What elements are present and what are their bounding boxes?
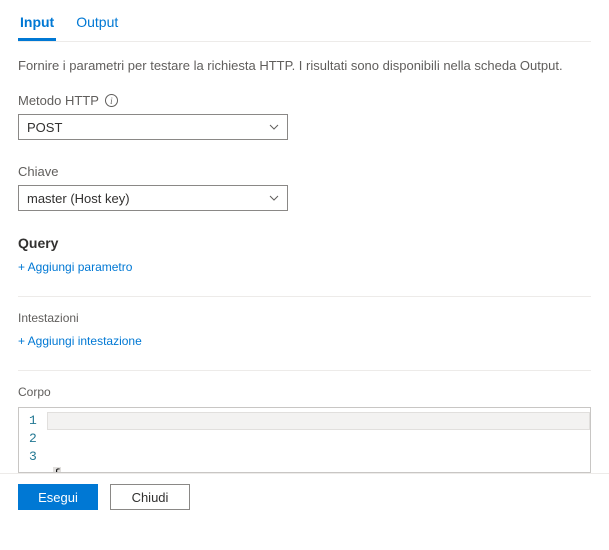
key-select[interactable]: master (Host key): [18, 185, 288, 211]
tab-output[interactable]: Output: [74, 8, 120, 41]
add-header-link[interactable]: + Aggiungi intestazione: [18, 334, 142, 348]
close-button[interactable]: Chiudi: [110, 484, 190, 510]
http-method-label-text: Metodo HTTP: [18, 93, 99, 108]
editor-code[interactable]: { "name": "Azure" }: [47, 408, 590, 472]
query-section-title: Query: [18, 235, 591, 251]
http-method-select[interactable]: POST: [18, 114, 288, 140]
divider: [18, 370, 591, 371]
headers-section-title: Intestazioni: [18, 311, 591, 325]
info-icon[interactable]: i: [105, 94, 118, 107]
description-text: Fornire i parametri per testare la richi…: [18, 58, 591, 73]
chevron-down-icon: [269, 122, 279, 132]
footer: Esegui Chiudi: [0, 473, 609, 520]
add-parameter-link[interactable]: + Aggiungi parametro: [18, 260, 132, 274]
tab-input[interactable]: Input: [18, 8, 56, 41]
tabs: Input Output: [18, 0, 591, 42]
http-method-label: Metodo HTTP i: [18, 93, 591, 108]
body-editor[interactable]: 1 2 3 { "name": "Azure" }: [18, 407, 591, 473]
body-section-title: Corpo: [18, 385, 591, 399]
key-value: master (Host key): [27, 191, 130, 206]
key-label-text: Chiave: [18, 164, 58, 179]
http-method-value: POST: [27, 120, 62, 135]
chevron-down-icon: [269, 193, 279, 203]
editor-current-line-highlight: [47, 412, 590, 430]
key-label: Chiave: [18, 164, 591, 179]
editor-gutter: 1 2 3: [19, 408, 47, 472]
run-button[interactable]: Esegui: [18, 484, 98, 510]
divider: [18, 296, 591, 297]
